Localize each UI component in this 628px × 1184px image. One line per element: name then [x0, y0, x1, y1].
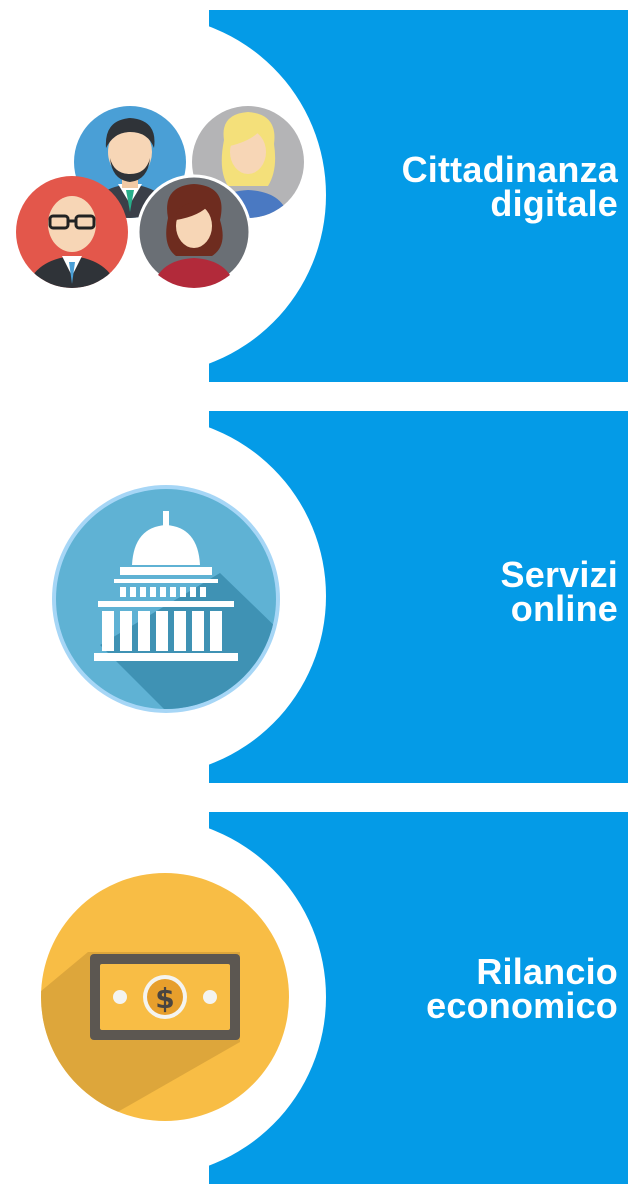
card-title-line2: economico: [426, 985, 618, 1026]
card-title-line1: Cittadinanza: [401, 149, 618, 190]
man-bald-avatar-icon: [16, 176, 128, 288]
card-title-line2: digitale: [490, 183, 618, 224]
card-title: Cittadinanza digitale: [401, 149, 618, 224]
people-group-icon: [12, 100, 312, 300]
card-title-line1: Rilancio: [476, 951, 618, 992]
woman-brunette-avatar-icon: [136, 174, 252, 290]
card-title-line1: Servizi: [500, 554, 618, 595]
card-title: Rilancio economico: [426, 951, 618, 1026]
card-title: Servizi online: [500, 554, 618, 629]
money-bill-icon: $: [40, 872, 290, 1122]
card-title-line2: online: [510, 588, 618, 629]
capitol-building-icon: [50, 483, 282, 715]
svg-text:$: $: [155, 982, 174, 1015]
